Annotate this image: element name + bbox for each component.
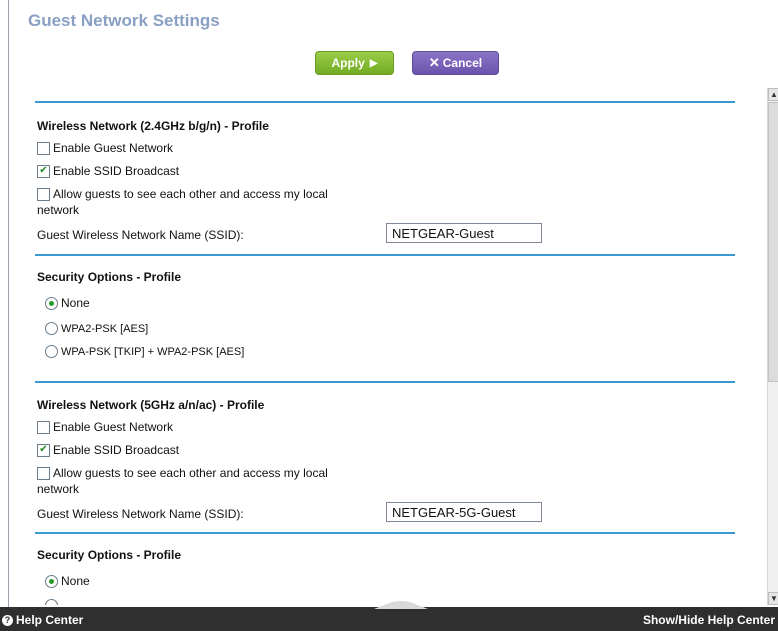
radio-icon[interactable] [45,599,58,605]
checkbox-label: Enable SSID Broadcast [53,443,180,457]
band5-ssid-input[interactable] [386,502,542,522]
band5-security-next-radio[interactable] [45,599,61,605]
radio-icon[interactable] [45,322,58,335]
page-title: Guest Network Settings [28,11,220,30]
cancel-button[interactable]: ✕ Cancel [412,51,499,75]
apply-label: Apply [331,56,365,70]
settings-scroll-area: Wireless Network (2.4GHz b/g/n) - Profil… [9,88,767,605]
band5-security-heading: Security Options - Profile [37,548,182,562]
help-toggle-tab-icon[interactable] [374,601,428,609]
band5-security-none-radio[interactable]: None [45,574,90,588]
band5-heading: Wireless Network (5GHz a/n/ac) - Profile [37,398,265,412]
checkbox-box[interactable] [37,420,50,434]
checkbox-label: Enable Guest Network [53,141,174,155]
checkbox-label: Enable SSID Broadcast [53,164,180,178]
question-icon: ? [2,614,13,626]
checkbox-label: Allow guests to see each other and acces… [53,466,328,480]
checkbox-label-wrap: network [37,482,80,496]
radio-selected-icon[interactable] [45,296,58,310]
help-center-link[interactable]: ? Help Center [2,613,83,627]
band5-enable-ssid-checkbox[interactable]: ✔ Enable SSID Broadcast [37,443,179,457]
settings-frame: Guest Network Settings Apply ▶ ✕ Cancel … [8,0,778,631]
checkbox-box[interactable] [37,141,50,155]
scroll-down-icon[interactable]: ▼ [768,592,778,605]
apply-button[interactable]: Apply ▶ [315,51,394,75]
cancel-label: Cancel [442,56,483,70]
close-icon: ✕ [428,55,440,70]
band24-allow-guests-checkbox[interactable]: Allow guests to see each other and acces… [37,187,328,201]
checkbox-box[interactable] [37,466,50,480]
vertical-scrollbar[interactable]: ▲ ▼ [767,88,778,605]
scrollbar-thumb[interactable] [768,102,778,382]
band24-enable-ssid-checkbox[interactable]: ✔ Enable SSID Broadcast [37,164,179,178]
section-divider [35,381,735,383]
band5-enable-guest-checkbox[interactable]: Enable Guest Network [37,420,173,434]
help-center-label: Help Center [16,613,84,627]
radio-label: None [61,574,90,588]
band5-allow-guests-checkbox[interactable]: Allow guests to see each other and acces… [37,466,328,480]
checkmark-icon[interactable]: ✔ [37,443,50,457]
play-arrow-icon: ▶ [369,57,378,69]
band24-security-heading: Security Options - Profile [37,270,182,284]
scroll-up-icon[interactable]: ▲ [768,88,778,101]
band24-heading: Wireless Network (2.4GHz b/g/n) - Profil… [37,119,269,133]
checkbox-label: Allow guests to see each other and acces… [53,187,328,201]
band24-enable-guest-checkbox[interactable]: Enable Guest Network [37,141,173,155]
band24-security-mixed-radio[interactable]: WPA-PSK [TKIP] + WPA2-PSK [AES] [45,345,244,358]
radio-label: WPA-PSK [TKIP] + WPA2-PSK [AES] [61,345,245,358]
radio-selected-icon[interactable] [45,574,58,588]
checkmark-icon[interactable]: ✔ [37,164,50,178]
checkbox-label: Enable Guest Network [53,420,174,434]
section-divider [35,254,735,256]
band24-ssid-label: Guest Wireless Network Name (SSID): [37,228,244,242]
help-bar: ? Help Center Show/Hide Help Center [0,601,778,631]
band24-ssid-input[interactable] [386,223,542,243]
radio-label: WPA2-PSK [AES] [61,322,149,335]
band24-security-wpa2-radio[interactable]: WPA2-PSK [AES] [45,322,148,335]
section-divider [35,532,735,534]
band24-security-none-radio[interactable]: None [45,296,90,310]
show-hide-help-link[interactable]: Show/Hide Help Center [643,613,775,627]
band5-ssid-label: Guest Wireless Network Name (SSID): [37,507,244,521]
checkbox-box[interactable] [37,187,50,201]
checkbox-label-wrap: network [37,203,80,217]
radio-icon[interactable] [45,345,58,358]
section-divider [35,101,735,103]
radio-label: None [61,296,90,310]
